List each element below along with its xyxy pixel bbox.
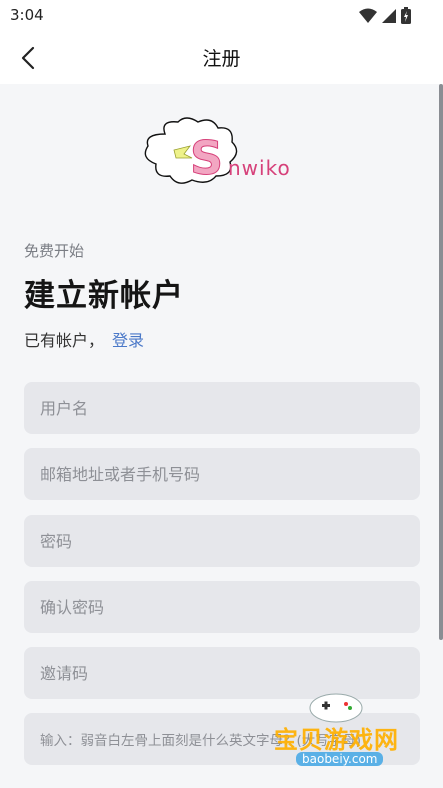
confirm-password-input[interactable] — [24, 581, 420, 633]
status-icons — [359, 7, 411, 24]
page-title: 注册 — [202, 48, 241, 70]
scrollbar[interactable] — [439, 84, 443, 640]
status-time: 3:04 — [10, 6, 44, 24]
app-bar: 注册 — [0, 32, 443, 84]
username-input[interactable] — [24, 382, 420, 434]
watermark-text: 宝贝游戏网 — [274, 726, 399, 754]
gamepad-icon — [309, 693, 363, 723]
headline: 建立新帐户 — [24, 278, 184, 314]
battery-icon — [401, 7, 411, 24]
login-link[interactable]: 登录 — [112, 327, 144, 351]
app-logo: S nwiko — [130, 112, 310, 192]
watermark-domain: baobeiy.com — [296, 752, 384, 766]
site-watermark: 宝贝游戏网 baobeiy.com — [262, 690, 412, 785]
has-account-label: 已有帐户， — [24, 331, 105, 350]
svg-text:nwiko: nwiko — [228, 156, 291, 180]
signal-icon — [382, 8, 396, 23]
email-or-phone-input[interactable] — [24, 448, 420, 500]
password-input[interactable] — [24, 515, 420, 567]
wifi-icon — [359, 8, 377, 23]
eyebrow-text: 免费开始 — [24, 242, 85, 260]
svg-text:S: S — [190, 131, 223, 185]
status-bar: 3:04 — [0, 0, 443, 32]
